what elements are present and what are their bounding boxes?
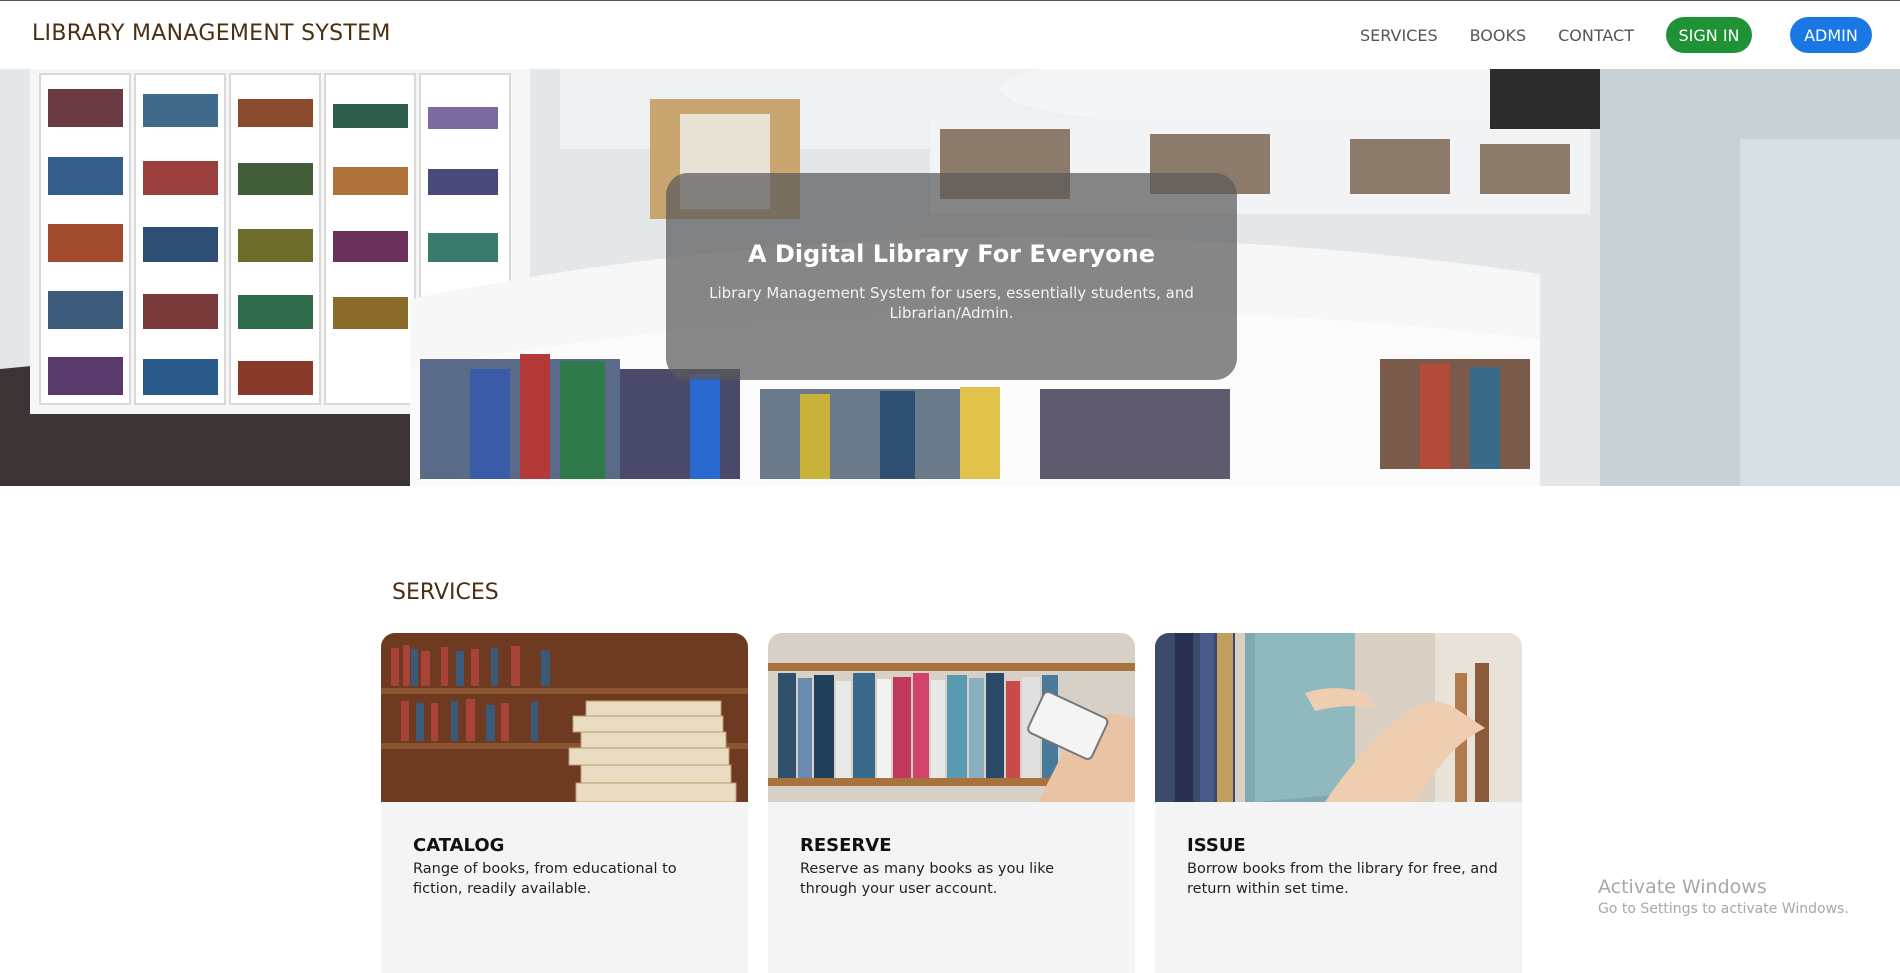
- card-title: RESERVE: [800, 835, 892, 856]
- card-description: Reserve as many books as you like throug…: [800, 861, 1054, 897]
- navbar: LIBRARY MANAGEMENT SYSTEM SERVICES BOOKS…: [0, 1, 1900, 69]
- activate-windows-title: Activate Windows: [1598, 876, 1767, 898]
- brand-title[interactable]: LIBRARY MANAGEMENT SYSTEM: [32, 21, 391, 46]
- nav-link-books[interactable]: BOOKS: [1470, 26, 1527, 45]
- services-heading: SERVICES: [392, 580, 499, 605]
- card-description: Range of books, from educational to fict…: [413, 861, 677, 897]
- issue-book-hand-image: [1155, 633, 1522, 802]
- card-title: CATALOG: [413, 835, 505, 856]
- card-title: ISSUE: [1187, 835, 1246, 856]
- service-card-issue[interactable]: ISSUE Borrow books from the library for …: [1155, 633, 1522, 973]
- reserve-books-tablet-image: [768, 633, 1135, 802]
- service-card-reserve[interactable]: RESERVE Reserve as many books as you lik…: [768, 633, 1135, 973]
- nav-link-services[interactable]: SERVICES: [1360, 26, 1438, 45]
- service-card-catalog[interactable]: CATALOG Range of books, from educational…: [381, 633, 748, 973]
- sign-in-button[interactable]: SIGN IN: [1666, 17, 1752, 53]
- hero-subtitle: Library Management System for users, ess…: [709, 284, 1194, 322]
- hero-banner: A Digital Library For Everyone Library M…: [0, 69, 1900, 486]
- hero-title: A Digital Library For Everyone: [747, 240, 1156, 268]
- admin-button[interactable]: ADMIN: [1790, 17, 1872, 53]
- nav-link-contact[interactable]: CONTACT: [1558, 26, 1634, 45]
- activate-windows-subtitle: Go to Settings to activate Windows.: [1598, 901, 1849, 917]
- hero-overlay-card: A Digital Library For Everyone Library M…: [666, 173, 1237, 380]
- nav-links: SERVICES BOOKS CONTACT SIGN IN ADMIN: [1328, 17, 1872, 53]
- catalog-books-image: [381, 633, 748, 802]
- card-description: Borrow books from the library for free, …: [1187, 861, 1498, 897]
